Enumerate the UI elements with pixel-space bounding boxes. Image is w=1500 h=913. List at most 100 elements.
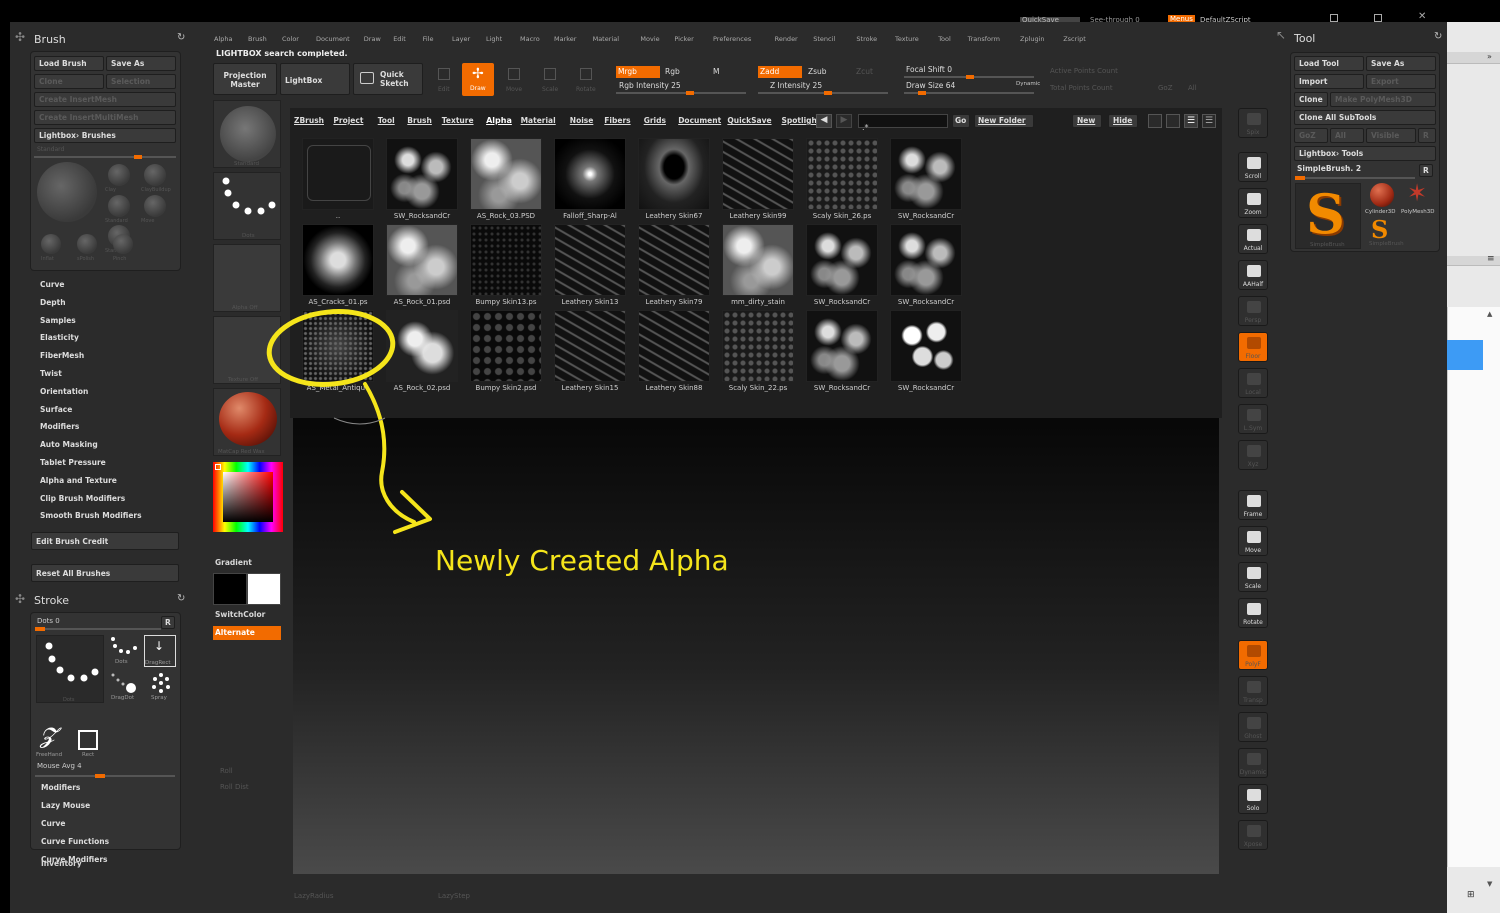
- expand-arrows-icon[interactable]: »: [1487, 52, 1492, 61]
- right-tool-move[interactable]: Move: [1238, 526, 1268, 556]
- zbrush-window: QuickSave See-through 0 Menus DefaultZSc…: [0, 0, 1500, 913]
- transp-icon: [1247, 681, 1261, 693]
- right-tool-polyf[interactable]: PolyF: [1238, 640, 1268, 670]
- lightbox-tools-button[interactable]: Lightbox› Tools: [1294, 146, 1436, 161]
- right-tool-label: Ghost: [1244, 733, 1262, 740]
- tool-refresh-icon[interactable]: ↻: [1434, 31, 1442, 42]
- right-strip-menu-icon[interactable]: ≡: [1487, 254, 1495, 264]
- right-tool-ghost[interactable]: Ghost: [1238, 712, 1268, 742]
- tool-panel: Load Tool Save As Import Export Clone Ma…: [1290, 52, 1440, 252]
- polyf-icon: [1247, 645, 1261, 657]
- simplebrush-small-thumb[interactable]: S SimpleBrush: [1365, 215, 1404, 249]
- right-tool-label: Scale: [1244, 583, 1262, 590]
- load-tool-button[interactable]: Load Tool: [1294, 56, 1364, 71]
- right-tool-label: Actual: [1243, 245, 1263, 252]
- scale-icon: [1247, 567, 1261, 579]
- scrollbar-track[interactable]: [1447, 307, 1500, 867]
- right-tool-label: Spix: [1246, 129, 1260, 136]
- tool-visible-button[interactable]: Visible: [1366, 128, 1416, 143]
- lsym-icon: [1247, 409, 1261, 421]
- tool-r-button[interactable]: R: [1418, 128, 1436, 143]
- right-tool-label: PolyF: [1245, 661, 1261, 668]
- ghost-icon: [1247, 717, 1261, 729]
- right-tool-label: Xyz: [1247, 461, 1259, 468]
- right-tool-label: Solo: [1246, 805, 1260, 812]
- clone-all-subtools-button[interactable]: Clone All SubTools: [1294, 110, 1436, 125]
- current-tool-slider[interactable]: SimpleBrush. 2: [1297, 164, 1361, 173]
- right-tool-label: AAHalf: [1242, 281, 1264, 288]
- scroll-down-icon[interactable]: ▼: [1487, 880, 1492, 888]
- export-button[interactable]: Export: [1366, 74, 1436, 89]
- tool-all-button[interactable]: All: [1330, 128, 1364, 143]
- right-tool-aahalf[interactable]: AAHalf: [1238, 260, 1268, 290]
- right-strip-header: [1447, 52, 1500, 64]
- cylinder3d-icon: [1370, 183, 1394, 207]
- scroll-up-icon[interactable]: ▲: [1487, 310, 1492, 318]
- spix-icon: [1247, 113, 1261, 125]
- cylinder3d-tool-thumb[interactable]: Cylinder3D: [1365, 183, 1399, 217]
- right-tool-lsym[interactable]: L.Sym: [1238, 404, 1268, 434]
- right-tool-solo[interactable]: Solo: [1238, 784, 1268, 814]
- right-tool-transp[interactable]: Transp: [1238, 676, 1268, 706]
- dynamic-icon: [1247, 753, 1261, 765]
- right-tool-label: Floor: [1245, 353, 1261, 360]
- right-tool-label: Move: [1244, 547, 1262, 554]
- right-tool-local[interactable]: Local: [1238, 368, 1268, 398]
- right-tool-label: Rotate: [1243, 619, 1263, 626]
- frame-icon: [1247, 495, 1261, 507]
- right-tool-label: Xpose: [1243, 841, 1263, 848]
- right-tool-zoom[interactable]: Zoom: [1238, 188, 1268, 218]
- right-tool-dynamic[interactable]: Dynamic: [1238, 748, 1268, 778]
- aahalf-icon: [1247, 265, 1261, 277]
- minimize-icon[interactable]: [1330, 14, 1338, 22]
- tool-save-as-button[interactable]: Save As: [1366, 56, 1436, 71]
- simplebrush-tool-thumb[interactable]: S SimpleBrush: [1295, 182, 1361, 249]
- right-tool-persp[interactable]: Persp: [1238, 296, 1268, 326]
- import-button[interactable]: Import: [1294, 74, 1364, 89]
- actual-icon: [1247, 229, 1261, 241]
- polymesh-star-icon: ✶: [1407, 179, 1428, 207]
- make-polymesh-button[interactable]: Make PolyMesh3D: [1330, 92, 1436, 107]
- right-tool-xyz[interactable]: Xyz: [1238, 440, 1268, 470]
- tool-palette-title[interactable]: Tool: [1294, 32, 1315, 45]
- local-icon: [1247, 373, 1261, 385]
- selected-row-highlight[interactable]: [1447, 340, 1483, 370]
- right-tool-label: Persp: [1244, 317, 1262, 324]
- right-tool-label: Frame: [1243, 511, 1263, 518]
- rotate-icon: [1247, 603, 1261, 615]
- annotation-arrow: [363, 382, 416, 524]
- right-tool-scroll[interactable]: Scroll: [1238, 152, 1268, 182]
- tool-clone-button[interactable]: Clone: [1294, 92, 1328, 107]
- title-bar: QuickSave See-through 0 Menus DefaultZSc…: [0, 0, 1500, 24]
- right-tool-label: Local: [1245, 389, 1261, 396]
- right-tool-floor[interactable]: Floor: [1238, 332, 1268, 362]
- xyz-icon: [1247, 445, 1261, 457]
- zbrush-ui: Alpha Brush Color Document Draw Edit File Layer…: [10, 22, 1447, 913]
- tool-goz-button[interactable]: GoZ: [1294, 128, 1328, 143]
- persp-icon: [1247, 301, 1261, 313]
- solo-icon: [1247, 789, 1261, 801]
- floor-icon: [1247, 337, 1261, 349]
- right-tool-frame[interactable]: Frame: [1238, 490, 1268, 520]
- right-tool-spix[interactable]: Spix: [1238, 108, 1268, 138]
- right-tool-label: Scroll: [1244, 173, 1262, 180]
- simplebrush-small-icon: S: [1371, 215, 1389, 244]
- restore-icon[interactable]: [1374, 14, 1382, 22]
- close-icon[interactable]: ✕: [1418, 11, 1426, 22]
- bottom-icon[interactable]: ⊞: [1467, 890, 1475, 900]
- simplebrush-small-label: SimpleBrush: [1369, 241, 1404, 247]
- tool-r-small-button[interactable]: R: [1419, 164, 1433, 177]
- right-tool-rotate[interactable]: Rotate: [1238, 598, 1268, 628]
- right-tool-scale[interactable]: Scale: [1238, 562, 1268, 592]
- right-tool-label: L.Sym: [1243, 425, 1263, 432]
- right-tool-xpose[interactable]: Xpose: [1238, 820, 1268, 850]
- simplebrush-s-icon: S: [1306, 182, 1345, 246]
- polymesh3d-tool-thumb[interactable]: ✶ PolyMesh3D: [1401, 179, 1437, 217]
- tool-grip-icon[interactable]: ↖: [1276, 28, 1286, 42]
- zoom-icon: [1247, 193, 1261, 205]
- right-tool-label: Zoom: [1244, 209, 1262, 216]
- right-tool-actual[interactable]: Actual: [1238, 224, 1268, 254]
- annotation-faint-arc: [333, 417, 386, 425]
- window-controls[interactable]: ✕: [1330, 11, 1440, 22]
- right-side-panel: » ≡ ▲ ▼ ⊞: [1447, 22, 1500, 913]
